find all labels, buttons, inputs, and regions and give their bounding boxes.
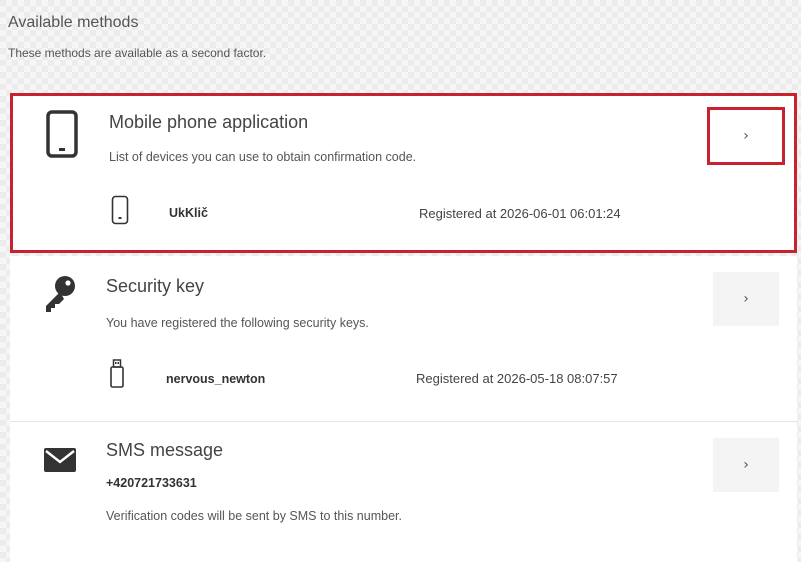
envelope-icon	[44, 448, 76, 472]
page-header: Available methods These methods are avai…	[8, 14, 266, 60]
sms-phone-number: +420721733631	[106, 476, 197, 490]
method-title: SMS message	[106, 440, 224, 460]
open-sms-button[interactable]: ›	[713, 438, 779, 492]
method-card-mobile-app: Mobile phone application List of devices…	[10, 93, 797, 253]
method-title: Security key	[106, 276, 205, 296]
method-card-sms: SMS message +420721733631 Verification c…	[10, 422, 797, 562]
device-name: UkKlič	[169, 206, 208, 220]
method-description: Verification codes will be sent by SMS t…	[106, 509, 402, 523]
chevron-right-icon: ›	[743, 457, 749, 473]
usb-key-icon	[110, 359, 124, 388]
device-registered-date: Registered at 2026-06-01 06:01:24	[419, 206, 621, 221]
method-card-security-key: Security key You have registered the fol…	[10, 256, 797, 422]
method-title: Mobile phone application	[109, 112, 309, 132]
method-description: List of devices you can use to obtain co…	[109, 150, 417, 164]
open-mobile-app-button[interactable]: ›	[707, 107, 785, 165]
chevron-right-icon: ›	[743, 128, 749, 144]
page-title: Available methods	[8, 14, 139, 31]
chevron-right-icon: ›	[743, 291, 749, 307]
device-registered-date: Registered at 2026-05-18 08:07:57	[416, 371, 618, 386]
method-description: You have registered the following securi…	[106, 316, 369, 330]
key-icon	[46, 276, 75, 312]
device-name: nervous_newton	[166, 372, 266, 386]
page-subtitle: These methods are available as a second …	[8, 46, 267, 60]
open-security-key-button[interactable]: ›	[713, 272, 779, 326]
mobile-phone-icon	[46, 110, 78, 158]
phone-device-icon	[111, 195, 129, 225]
